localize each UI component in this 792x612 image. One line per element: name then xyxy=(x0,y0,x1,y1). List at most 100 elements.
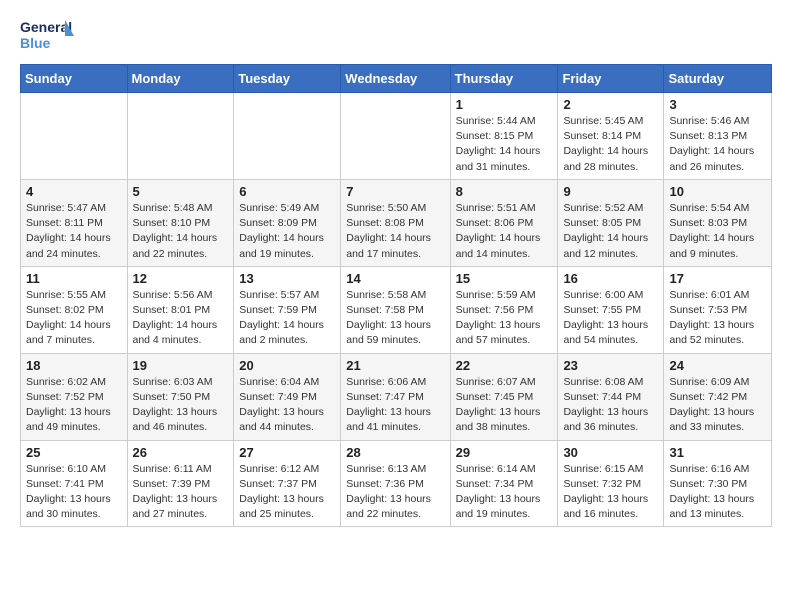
day-number: 12 xyxy=(133,271,229,286)
calendar-cell: 18Sunrise: 6:02 AMSunset: 7:52 PMDayligh… xyxy=(21,353,128,440)
calendar-cell: 1 Sunrise: 5:44 AMSunset: 8:15 PMDaylight… xyxy=(450,93,558,180)
day-info: Sunrise: 6:13 AMSunset: 7:36 PMDaylight:… xyxy=(346,462,444,523)
calendar-week-row: 4 Sunrise: 5:47 AMSunset: 8:11 PMDaylight… xyxy=(21,179,772,266)
day-number: 23 xyxy=(563,358,658,373)
day-number: 29 xyxy=(456,445,553,460)
day-info: Sunrise: 5:55 AMSunset: 8:02 PMDaylight:… xyxy=(26,288,122,349)
calendar-cell: 15Sunrise: 5:59 AMSunset: 7:56 PMDayligh… xyxy=(450,266,558,353)
day-info: Sunrise: 6:10 AMSunset: 7:41 PMDaylight:… xyxy=(26,462,122,523)
column-header-monday: Monday xyxy=(127,65,234,93)
calendar-cell: 27 Sunrise: 6:12 AMSunset: 7:37 PMDayligh… xyxy=(234,440,341,527)
column-header-sunday: Sunday xyxy=(21,65,128,93)
day-number: 17 xyxy=(669,271,766,286)
day-number: 9 xyxy=(563,184,658,199)
page-header: GeneralBlue xyxy=(20,16,772,54)
calendar-cell xyxy=(234,93,341,180)
day-number: 14 xyxy=(346,271,444,286)
day-number: 8 xyxy=(456,184,553,199)
day-number: 26 xyxy=(133,445,229,460)
day-number: 18 xyxy=(26,358,122,373)
column-header-wednesday: Wednesday xyxy=(341,65,450,93)
calendar-table: SundayMondayTuesdayWednesdayThursdayFrid… xyxy=(20,64,772,527)
day-info: Sunrise: 5:51 AMSunset: 8:06 PMDaylight:… xyxy=(456,201,553,262)
calendar-cell: 11 Sunrise: 5:55 AMSunset: 8:02 PMDayligh… xyxy=(21,266,128,353)
calendar-cell: 28 Sunrise: 6:13 AMSunset: 7:36 PMDayligh… xyxy=(341,440,450,527)
calendar-cell: 12Sunrise: 5:56 AMSunset: 8:01 PMDayligh… xyxy=(127,266,234,353)
column-header-thursday: Thursday xyxy=(450,65,558,93)
calendar-cell xyxy=(21,93,128,180)
calendar-cell: 10 Sunrise: 5:54 AMSunset: 8:03 PMDayligh… xyxy=(664,179,772,266)
day-info: Sunrise: 6:12 AMSunset: 7:37 PMDaylight:… xyxy=(239,462,335,523)
calendar-cell: 5 Sunrise: 5:48 AMSunset: 8:10 PMDaylight… xyxy=(127,179,234,266)
day-info: Sunrise: 5:58 AMSunset: 7:58 PMDaylight:… xyxy=(346,288,444,349)
calendar-cell: 8 Sunrise: 5:51 AMSunset: 8:06 PMDaylight… xyxy=(450,179,558,266)
calendar-cell: 3 Sunrise: 5:46 AMSunset: 8:13 PMDaylight… xyxy=(664,93,772,180)
calendar-cell: 26 Sunrise: 6:11 AMSunset: 7:39 PMDayligh… xyxy=(127,440,234,527)
day-number: 20 xyxy=(239,358,335,373)
day-info: Sunrise: 5:45 AMSunset: 8:14 PMDaylight:… xyxy=(563,114,658,175)
logo-svg: GeneralBlue xyxy=(20,16,75,54)
day-number: 19 xyxy=(133,358,229,373)
column-header-friday: Friday xyxy=(558,65,664,93)
day-info: Sunrise: 6:07 AMSunset: 7:45 PMDaylight:… xyxy=(456,375,553,436)
day-number: 22 xyxy=(456,358,553,373)
day-info: Sunrise: 6:01 AMSunset: 7:53 PMDaylight:… xyxy=(669,288,766,349)
day-number: 31 xyxy=(669,445,766,460)
calendar-cell: 4 Sunrise: 5:47 AMSunset: 8:11 PMDaylight… xyxy=(21,179,128,266)
calendar-cell: 31Sunrise: 6:16 AMSunset: 7:30 PMDayligh… xyxy=(664,440,772,527)
calendar-cell: 19 Sunrise: 6:03 AMSunset: 7:50 PMDayligh… xyxy=(127,353,234,440)
day-info: Sunrise: 6:03 AMSunset: 7:50 PMDaylight:… xyxy=(133,375,229,436)
day-number: 24 xyxy=(669,358,766,373)
day-info: Sunrise: 5:57 AMSunset: 7:59 PMDaylight:… xyxy=(239,288,335,349)
day-number: 28 xyxy=(346,445,444,460)
day-info: Sunrise: 6:11 AMSunset: 7:39 PMDaylight:… xyxy=(133,462,229,523)
day-info: Sunrise: 6:08 AMSunset: 7:44 PMDaylight:… xyxy=(563,375,658,436)
day-info: Sunrise: 5:49 AMSunset: 8:09 PMDaylight:… xyxy=(239,201,335,262)
calendar-cell: 22 Sunrise: 6:07 AMSunset: 7:45 PMDayligh… xyxy=(450,353,558,440)
calendar-cell: 23 Sunrise: 6:08 AMSunset: 7:44 PMDayligh… xyxy=(558,353,664,440)
calendar-week-row: 11 Sunrise: 5:55 AMSunset: 8:02 PMDayligh… xyxy=(21,266,772,353)
calendar-cell: 6 Sunrise: 5:49 AMSunset: 8:09 PMDaylight… xyxy=(234,179,341,266)
day-number: 21 xyxy=(346,358,444,373)
calendar-cell: 17 Sunrise: 6:01 AMSunset: 7:53 PMDayligh… xyxy=(664,266,772,353)
day-info: Sunrise: 6:00 AMSunset: 7:55 PMDaylight:… xyxy=(563,288,658,349)
calendar-cell: 21 Sunrise: 6:06 AMSunset: 7:47 PMDayligh… xyxy=(341,353,450,440)
day-number: 10 xyxy=(669,184,766,199)
day-info: Sunrise: 5:54 AMSunset: 8:03 PMDaylight:… xyxy=(669,201,766,262)
day-info: Sunrise: 6:09 AMSunset: 7:42 PMDaylight:… xyxy=(669,375,766,436)
day-info: Sunrise: 6:14 AMSunset: 7:34 PMDaylight:… xyxy=(456,462,553,523)
calendar-cell xyxy=(341,93,450,180)
column-header-tuesday: Tuesday xyxy=(234,65,341,93)
calendar-cell: 29 Sunrise: 6:14 AMSunset: 7:34 PMDayligh… xyxy=(450,440,558,527)
calendar-week-row: 25 Sunrise: 6:10 AMSunset: 7:41 PMDayligh… xyxy=(21,440,772,527)
day-info: Sunrise: 5:50 AMSunset: 8:08 PMDaylight:… xyxy=(346,201,444,262)
day-info: Sunrise: 5:47 AMSunset: 8:11 PMDaylight:… xyxy=(26,201,122,262)
day-number: 7 xyxy=(346,184,444,199)
column-header-saturday: Saturday xyxy=(664,65,772,93)
calendar-cell: 14 Sunrise: 5:58 AMSunset: 7:58 PMDayligh… xyxy=(341,266,450,353)
day-number: 25 xyxy=(26,445,122,460)
day-info: Sunrise: 6:06 AMSunset: 7:47 PMDaylight:… xyxy=(346,375,444,436)
calendar-cell: 16Sunrise: 6:00 AMSunset: 7:55 PMDayligh… xyxy=(558,266,664,353)
calendar-cell xyxy=(127,93,234,180)
day-number: 1 xyxy=(456,97,553,112)
day-number: 2 xyxy=(563,97,658,112)
day-info: Sunrise: 5:46 AMSunset: 8:13 PMDaylight:… xyxy=(669,114,766,175)
svg-text:General: General xyxy=(20,19,72,35)
day-info: Sunrise: 6:15 AMSunset: 7:32 PMDaylight:… xyxy=(563,462,658,523)
day-number: 3 xyxy=(669,97,766,112)
calendar-cell: 20Sunrise: 6:04 AMSunset: 7:49 PMDayligh… xyxy=(234,353,341,440)
day-info: Sunrise: 5:44 AMSunset: 8:15 PMDaylight:… xyxy=(456,114,553,175)
day-number: 11 xyxy=(26,271,122,286)
day-info: Sunrise: 5:59 AMSunset: 7:56 PMDaylight:… xyxy=(456,288,553,349)
day-number: 4 xyxy=(26,184,122,199)
day-number: 13 xyxy=(239,271,335,286)
svg-text:Blue: Blue xyxy=(20,35,51,51)
calendar-cell: 9Sunrise: 5:52 AMSunset: 8:05 PMDaylight… xyxy=(558,179,664,266)
logo: GeneralBlue xyxy=(20,16,75,54)
day-number: 27 xyxy=(239,445,335,460)
day-info: Sunrise: 5:48 AMSunset: 8:10 PMDaylight:… xyxy=(133,201,229,262)
day-number: 5 xyxy=(133,184,229,199)
calendar-cell: 13 Sunrise: 5:57 AMSunset: 7:59 PMDayligh… xyxy=(234,266,341,353)
day-number: 6 xyxy=(239,184,335,199)
